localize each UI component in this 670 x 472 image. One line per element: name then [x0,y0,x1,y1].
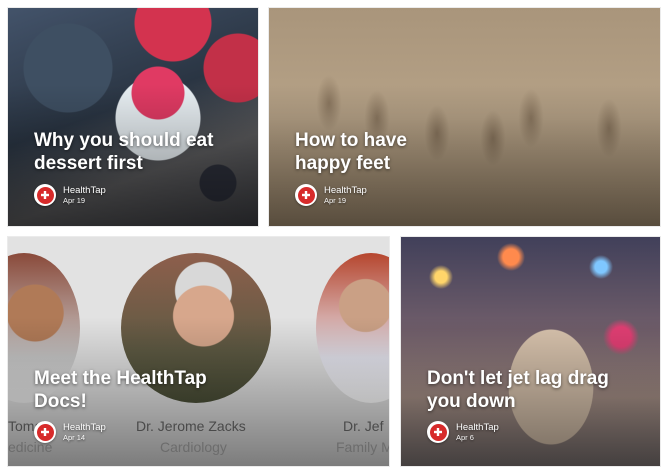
doctor-specialty: Cardiology [160,439,227,455]
article-card-jetlag[interactable]: Don't let jet lag drag you down HealthTa… [401,237,660,466]
source-name: HealthTap [456,421,499,433]
doctor-specialty: Family M [336,439,389,455]
healthtap-logo-icon [34,184,56,206]
doctor-name: Dr. Jef [343,418,384,434]
publish-date: Apr 6 [456,432,474,442]
doctor-name: Dr. Jerome Zacks [136,418,246,434]
healthtap-logo-icon [34,421,56,443]
article-title[interactable]: Why you should eat dessert first [34,129,244,175]
publish-date: Apr 19 [324,195,347,205]
healthtap-logo-icon [427,421,449,443]
healthtap-logo-icon [295,184,317,206]
source-name: HealthTap [324,184,367,196]
article-card-dessert[interactable]: Why you should eat dessert first HealthT… [8,8,258,226]
article-title[interactable]: How to have happy feet [295,129,646,175]
article-byline: HealthTap Apr 19 [295,184,367,206]
article-title[interactable]: Don't let jet lag drag you down [427,367,646,413]
source-name: HealthTap [63,184,106,196]
article-card-feet[interactable]: How to have happy feet HealthTap Apr 19 [269,8,660,226]
source-name: HealthTap [63,421,106,433]
publish-date: Apr 19 [63,195,86,205]
publish-date: Apr 14 [63,432,86,442]
article-card-docs[interactable]: Tomaly Dr. Jerome Zacks Dr. Jef edicine … [8,237,389,466]
article-byline: HealthTap Apr 14 [34,421,106,443]
article-byline: HealthTap Apr 6 [427,421,499,443]
article-byline: HealthTap Apr 19 [34,184,106,206]
article-title[interactable]: Meet the HealthTap Docs! [34,367,375,413]
